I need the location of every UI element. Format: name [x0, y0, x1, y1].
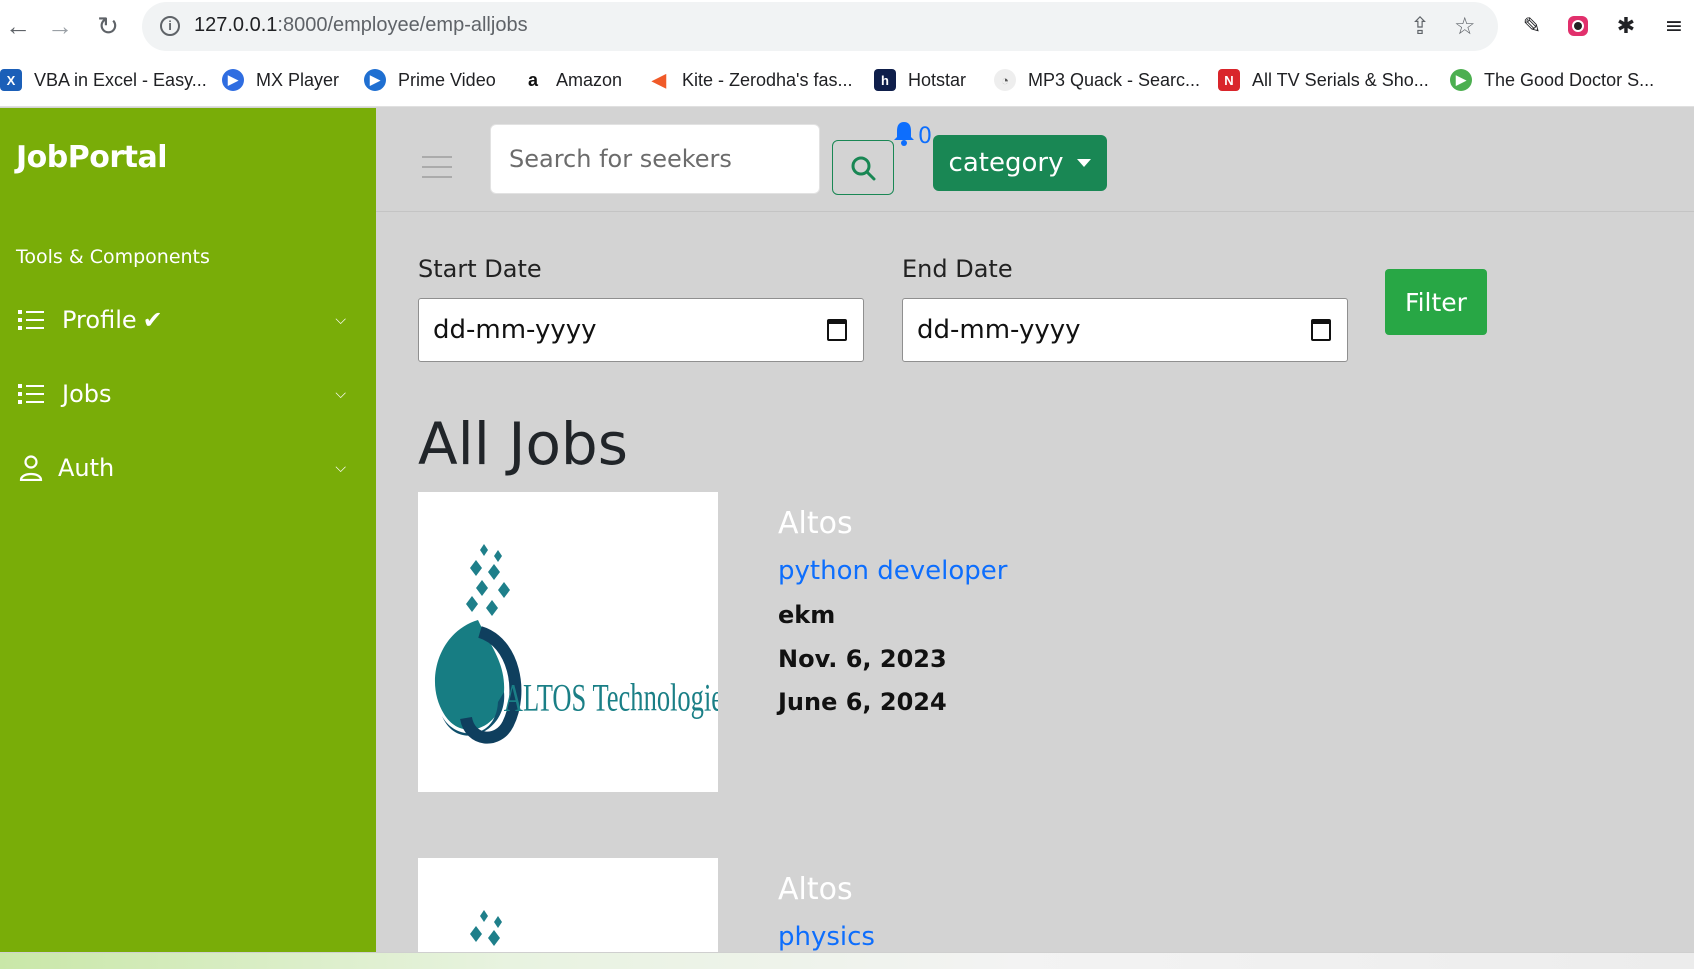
- bookmark-label: The Good Doctor S...: [1484, 69, 1655, 90]
- bookmark-mp3-quack[interactable]: ◔ MP3 Quack - Searc...: [994, 62, 1200, 98]
- reading-list-icon[interactable]: ≡: [1660, 12, 1688, 40]
- bookmark-kite[interactable]: ◀ Kite - Zerodha's fas...: [648, 62, 853, 98]
- sidebar-item-jobs[interactable]: Jobs ⌵: [16, 370, 346, 418]
- list-icon: [16, 305, 46, 335]
- bookmark-label: MP3 Quack - Searc...: [1028, 69, 1201, 90]
- calendar-icon[interactable]: [827, 319, 847, 341]
- job-start-date: Nov. 6, 2023: [778, 645, 947, 673]
- bookmark-amazon[interactable]: a Amazon: [522, 62, 622, 98]
- sidebar-item-label: Auth: [58, 454, 115, 482]
- company-logo[interactable]: [418, 858, 718, 952]
- end-date-input[interactable]: dd-mm-yyyy: [902, 298, 1348, 362]
- job-location: ekm: [778, 601, 836, 629]
- bottom-status-strip: [0, 952, 1694, 969]
- bookmark-label: Amazon: [556, 69, 623, 90]
- category-label: category: [948, 148, 1064, 178]
- bookmark-mx-player[interactable]: ▶ MX Player: [222, 62, 339, 98]
- bookmark-label: MX Player: [256, 69, 340, 90]
- start-date-input[interactable]: dd-mm-yyyy: [418, 298, 864, 362]
- url-text[interactable]: 127.0.0.1:8000/employee/emp-alljobs: [194, 14, 528, 37]
- url-host: 127.0.0.1: [194, 14, 278, 36]
- job-title-link[interactable]: physics: [778, 922, 875, 952]
- excel-x-icon: X: [0, 69, 22, 91]
- end-date-label: End Date: [902, 255, 1013, 283]
- eyedropper-extension-icon[interactable]: ✎: [1518, 12, 1546, 40]
- user-icon: [16, 453, 46, 483]
- search-input[interactable]: [490, 124, 820, 194]
- site-info-icon[interactable]: i: [160, 16, 180, 36]
- back-arrow-icon[interactable]: ←: [0, 8, 36, 44]
- bookmark-label: Kite - Zerodha's fas...: [682, 69, 853, 90]
- hamburger-menu-icon[interactable]: [422, 156, 452, 180]
- hotstar-icon: h: [874, 69, 896, 91]
- filter-button[interactable]: Filter: [1385, 269, 1487, 335]
- checkmark-icon: ✔: [142, 306, 163, 334]
- bookmark-prime-video[interactable]: ▶ Prime Video: [364, 62, 496, 98]
- top-navbar: 0 category: [376, 108, 1694, 212]
- notification-count: 0: [918, 124, 932, 149]
- sidebar-item-label: Profile: [62, 306, 137, 334]
- company-name: Altos: [778, 872, 853, 907]
- sidebar: JobPortal Tools & Components Profile ✔ ⌵…: [0, 108, 376, 952]
- job-end-date: June 6, 2024: [778, 688, 947, 716]
- company-name: Altos: [778, 506, 853, 541]
- caret-down-icon: [1077, 159, 1092, 167]
- bookmark-vba-excel[interactable]: X VBA in Excel - Easy...: [0, 62, 207, 98]
- altos-logo-image: [470, 910, 502, 946]
- kite-icon: ◀: [648, 69, 670, 91]
- url-path: :8000/employee/emp-alljobs: [277, 14, 528, 36]
- bookmark-hotstar[interactable]: h Hotstar: [874, 62, 966, 98]
- bookmark-label: Hotstar: [908, 69, 967, 90]
- amazon-icon: a: [522, 69, 544, 91]
- duck-icon: ◔: [994, 69, 1016, 91]
- sidebar-item-profile[interactable]: Profile ✔ ⌵: [16, 296, 346, 344]
- play-circle-icon: ▶: [1450, 69, 1472, 91]
- tv-icon: N: [1218, 69, 1240, 91]
- bookmark-label: Prime Video: [398, 69, 496, 90]
- date-placeholder: dd-mm-yyyy: [433, 315, 597, 345]
- category-dropdown-button[interactable]: category: [933, 135, 1107, 191]
- search-icon: [851, 156, 876, 180]
- date-placeholder: dd-mm-yyyy: [917, 315, 1081, 345]
- share-icon[interactable]: ⇪: [1410, 12, 1430, 40]
- company-logo[interactable]: ALTOS Technologies: [418, 492, 718, 792]
- sidebar-item-auth[interactable]: Auth ⌵: [16, 444, 346, 492]
- extensions-puzzle-icon[interactable]: ✱: [1612, 12, 1640, 40]
- bell-icon[interactable]: [892, 120, 916, 152]
- page-title: All Jobs: [418, 410, 628, 478]
- search-button[interactable]: [832, 140, 894, 195]
- reload-icon[interactable]: ↻: [90, 8, 126, 44]
- chevron-down-icon: ⌵: [335, 312, 346, 328]
- sidebar-item-label: Jobs: [62, 380, 112, 408]
- logo-text: ALTOS Technologies: [504, 677, 718, 720]
- sidebar-section-label: Tools & Components: [16, 246, 210, 268]
- forward-arrow-icon[interactable]: →: [42, 8, 78, 44]
- calendar-icon[interactable]: [1311, 319, 1331, 341]
- browser-chrome: ← → ↻ i 127.0.0.1:8000/employee/emp-allj…: [0, 0, 1694, 107]
- bookmark-tv-serials[interactable]: N All TV Serials & Sho...: [1218, 62, 1429, 98]
- play-icon: ▶: [222, 69, 244, 91]
- bookmark-label: VBA in Excel - Easy...: [34, 69, 207, 90]
- address-bar[interactable]: i 127.0.0.1:8000/employee/emp-alljobs ⇪ …: [142, 2, 1498, 51]
- play-icon: ▶: [364, 69, 386, 91]
- bookmark-star-icon[interactable]: ☆: [1454, 12, 1476, 40]
- list-icon: [16, 379, 46, 409]
- brand-logo[interactable]: JobPortal: [16, 140, 168, 175]
- camera-extension-icon[interactable]: [1564, 12, 1592, 40]
- chevron-down-icon: ⌵: [335, 386, 346, 402]
- bookmarks-bar: X VBA in Excel - Easy... ▶ MX Player ▶ Prim…: [0, 62, 1694, 98]
- chevron-down-icon: ⌵: [335, 460, 346, 476]
- bookmark-label: All TV Serials & Sho...: [1252, 69, 1429, 90]
- bookmark-good-doctor[interactable]: ▶ The Good Doctor S...: [1450, 62, 1654, 98]
- start-date-label: Start Date: [418, 255, 542, 283]
- altos-logo-image: ALTOS Technologies: [434, 544, 718, 744]
- job-title-link[interactable]: python developer: [778, 556, 1007, 586]
